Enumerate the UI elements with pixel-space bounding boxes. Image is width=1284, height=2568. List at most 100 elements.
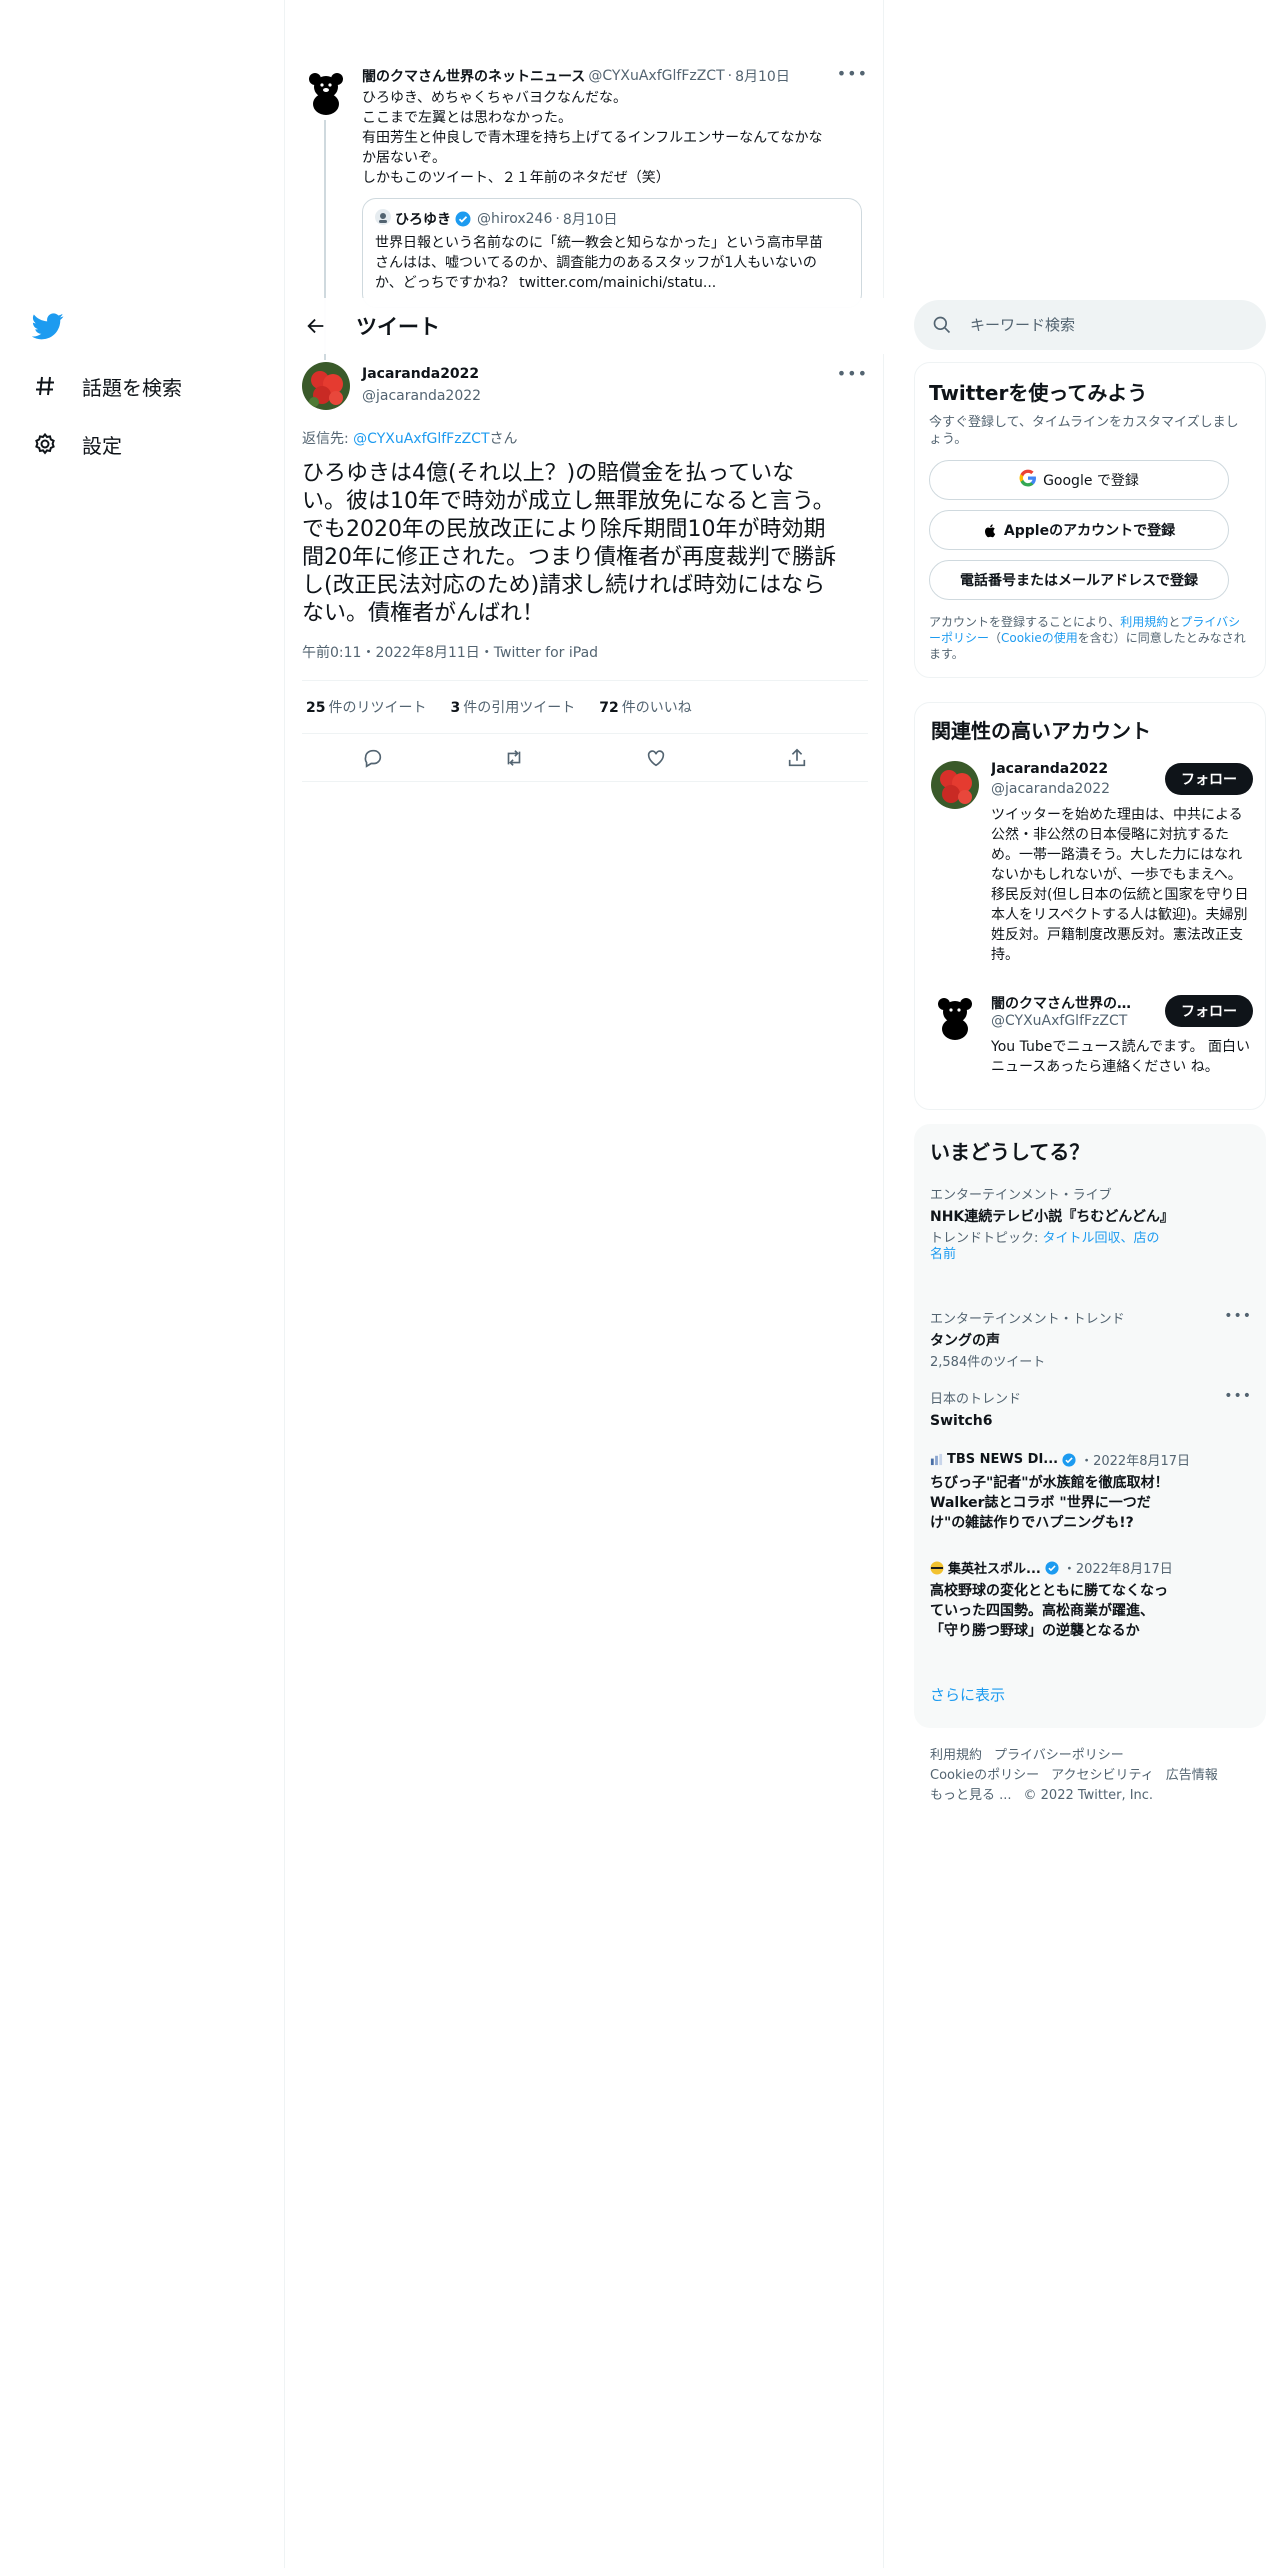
trend-title: NHK連続テレビ小説『ちむどんどん』 [930,1209,1174,1225]
legal-text: （ [989,631,1002,645]
quoted-tweet[interactable]: ひろゆき @hirox246 · 8月10日 世界日報という名前なのに「統一教会… [362,198,862,308]
news-date: ・2022年8月17日 [1080,1454,1191,1469]
show-more-link[interactable]: さらに表示 [930,1684,1005,1705]
terms-link[interactable]: 利用規約 [1120,615,1168,629]
text-line: さんはは、嘘ついてるのか、調査能力のあるスタッフが1人もいないの [375,255,817,271]
quote-tweets-stat[interactable]: 3 件の引用ツイート [446,697,575,717]
left-navigation: 話題を検索 設定 [0,0,285,2568]
footer-accessibility-link[interactable]: アクセシビリティ [1051,1768,1154,1783]
separator-dot: · [555,211,560,227]
reply-to-prefix: 返信先: [302,431,354,447]
parent-tweet-header: 闇のクマさん世界のネットニュース @CYXuAxfGlfFzZCT · 8月10… [362,66,862,86]
quoted-tweet-text: 世界日報という名前なのに「統一教会と知らなかった」という高市早苗 さんはは、嘘つ… [375,233,849,293]
gear-icon [32,431,58,457]
quoted-tweet-header: ひろゆき @hirox246 · 8月10日 [375,209,849,229]
nav-settings-label: 設定 [82,433,122,458]
verified-badge-icon [1062,1452,1076,1467]
share-icon[interactable] [780,741,814,775]
signup-panel: Twitterを使ってみよう 今すぐ登録して、タイムラインをカスタマイズしましょ… [914,362,1266,678]
search-bar[interactable] [914,300,1266,350]
trend-item[interactable]: 日本のトレンド Switch6 ••• [930,1388,1252,1431]
like-heart-icon[interactable] [639,741,673,775]
verified-badge-icon [455,211,471,227]
hashtag-icon [32,373,58,399]
news-source-icon [930,1453,943,1466]
flower-avatar-icon[interactable] [302,362,350,410]
bear-avatar-icon[interactable] [302,68,350,116]
account-name: Jacaranda2022 [991,761,1109,777]
nav-settings[interactable]: 設定 [32,424,122,464]
more-options-icon[interactable]: ••• [837,64,868,83]
text-line: か居ないぞ。 [362,150,446,166]
trend-topics: トレンドトピック: タイトル回収、店の名前 [930,1231,1170,1263]
phone-email-signup-button[interactable]: 電話番号またはメールアドレスで登録 [929,560,1229,600]
news-item[interactable]: 集英社スポル... ・2022年8月17日 高校野球の変化とともに勝てなくなって… [930,1558,1252,1641]
trend-title: Switch6 [930,1413,993,1429]
trend-category: 日本のトレンド [930,1392,1022,1407]
nav-explore-label: 話題を検索 [82,375,182,400]
reply-icon[interactable] [356,741,390,775]
likes-stat[interactable]: 72 件のいいね [595,697,691,717]
text-line: ない。債権者がんばれ！ [302,601,545,626]
more-options-icon[interactable]: ••• [837,364,868,383]
likes-label: 件のいいね [621,700,692,716]
quoted-author-handle: @hirox246 [477,211,553,227]
follow-button[interactable]: フォロー [1165,995,1253,1027]
google-icon [1019,469,1037,491]
trend-topic-prefix: トレンドトピック: [930,1231,1043,1246]
retweet-icon[interactable] [497,741,531,775]
tweet-stats: 25 件のリツイート 3 件の引用ツイート 72 件のいいね [302,680,868,734]
tweet-actions [302,734,868,782]
retweets-stat[interactable]: 25 件のリツイート [302,697,426,717]
footer-more-link[interactable]: もっと見る ... [930,1788,1012,1803]
footer-ads-link[interactable]: 広告情報 [1166,1768,1218,1783]
bear-avatar-icon[interactable] [931,993,979,1041]
tweet-timestamp[interactable]: 午前0:11・2022年8月11日・Twitter for iPad [302,642,598,662]
back-arrow-icon[interactable] [288,298,344,354]
account-name: 闇のクマさん世界のネットニュース [991,996,1141,1012]
author-name[interactable]: Jacaranda2022 [362,366,479,382]
google-signup-button[interactable]: Google で登録 [929,460,1229,500]
follow-button[interactable]: フォロー [1165,763,1253,795]
account-bio: ツイッターを始めた理由は、中共による公然・非公然の日本侵略に対抗するため。一帯一… [991,807,1249,963]
footer-links: 利用規約 プライバシーポリシー Cookieのポリシー アクセシビリティ 広告情報 も… [930,1746,1260,1806]
apple-signup-button[interactable]: Appleのアカウントで登録 [929,510,1229,550]
twitter-logo-icon[interactable] [31,310,64,342]
trend-item[interactable]: エンターテインメント・トレンド タングの声 2,584件のツイート ••• [930,1308,1252,1371]
footer-terms-link[interactable]: 利用規約 [930,1748,982,1763]
footer-cookie-link[interactable]: Cookieのポリシー [930,1768,1039,1783]
news-date: ・2022年8月17日 [1062,1562,1173,1577]
author-handle[interactable]: @jacaranda2022 [362,388,481,404]
signup-subtitle: 今すぐ登録して、タイムラインをカスタマイズしましょう。 [929,415,1239,447]
parent-tweet[interactable]: 闇のクマさん世界のネットニュース @CYXuAxfGlfFzZCT · 8月10… [286,58,884,360]
news-item[interactable]: TBS NEWS DI... ・2022年8月17日 ちびっ子"記者"が水族館を… [930,1450,1252,1533]
footer-privacy-link[interactable]: プライバシーポリシー [994,1748,1124,1763]
parent-tweet-text: ひろゆき、めちゃくちゃバヨクなんだな。 ここまで左翼とは思わなかった。 有田芳生… [362,88,862,188]
account-handle: @CYXuAxfGlfFzZCT [991,1013,1128,1029]
quoted-date: 8月10日 [562,212,618,228]
nav-explore[interactable]: 話題を検索 [32,366,182,406]
news-headline: ちびっ子"記者"が水族館を徹底取材！Walker誌とコラボ "世界に一つだけ"の… [930,1475,1169,1531]
verified-badge-icon [1045,1560,1059,1575]
trend-item[interactable]: エンターテインメント・ライブ NHK連続テレビ小説『ちむどんどん』 トレンドトピ… [930,1184,1252,1263]
main-column: 闇のクマさん世界のネットニュース @CYXuAxfGlfFzZCT · 8月10… [286,0,884,2568]
reply-to-handle-link[interactable]: @CYXuAxfGlfFzZCT [353,431,489,447]
news-source-name: 集英社スポル... [948,1562,1041,1577]
text-line: か、どっちですかね？ twitter.com/mainichi/statu... [375,275,717,291]
related-account[interactable]: 闇のクマさん世界のネットニュース @CYXuAxfGlfFzZCT フォロー Y… [931,993,1253,1093]
text-line: しかもこのツイート、２１年前のネタだぜ（笑） [362,170,670,186]
news-headline: 高校野球の変化とともに勝てなくなっていった四国勢。高松商業が躍進、「守り勝つ野球… [930,1583,1168,1639]
more-options-icon[interactable]: ••• [1224,1308,1252,1324]
retweets-count: 25 [306,700,326,716]
more-options-icon[interactable]: ••• [1224,1388,1252,1404]
parent-author-name[interactable]: 闇のクマさん世界のネットニュース [362,66,585,86]
flower-avatar-icon[interactable] [931,761,979,809]
parent-date[interactable]: 8月10日 [735,66,790,86]
parent-author-handle[interactable]: @CYXuAxfGlfFzZCT [588,68,724,84]
search-input[interactable] [970,316,1230,334]
phone-email-signup-label: 電話番号またはメールアドレスで登録 [960,573,1198,589]
text-line: 間20年に修正された。つまり債権者が再度裁判で勝訴 [302,545,836,570]
text-line: 有田芳生と仲良しで青木理を持ち上げてるインフルエンサーなんてなかな [362,130,823,146]
cookie-link[interactable]: Cookieの使用 [1001,631,1078,645]
related-account[interactable]: Jacaranda2022 @jacaranda2022 フォロー ツイッターを… [931,761,1253,963]
